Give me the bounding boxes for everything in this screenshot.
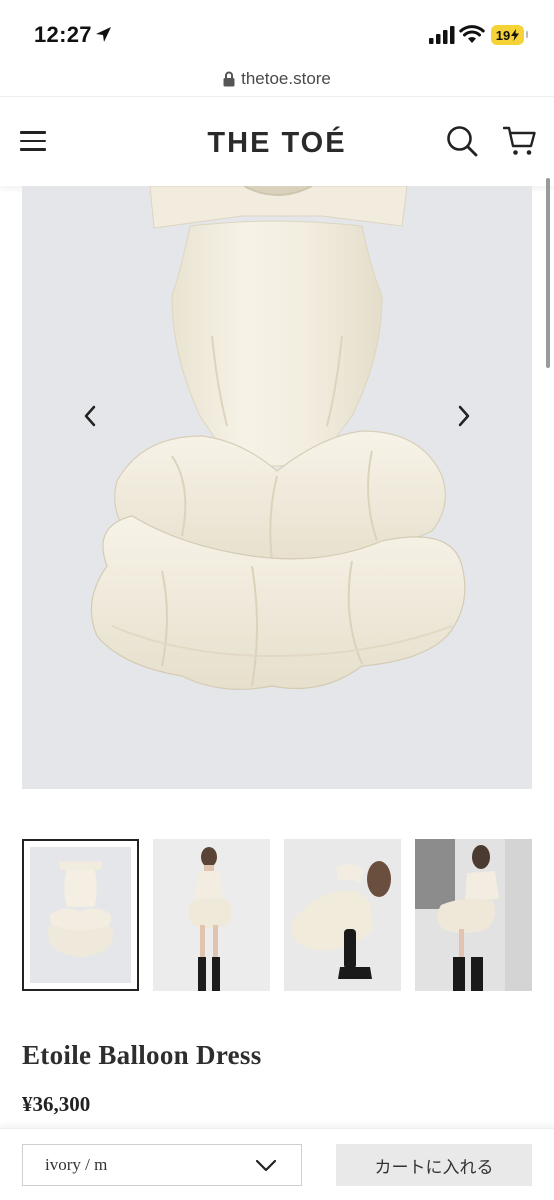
- prev-image-button[interactable]: [70, 396, 110, 436]
- charging-bolt-icon: [511, 29, 520, 41]
- url-text: thetoe.store: [241, 69, 331, 88]
- battery-level: 19: [495, 27, 511, 43]
- thumbnail-dress-image: [30, 847, 131, 983]
- product-main-image[interactable]: [22, 186, 532, 789]
- thumbnail-model-leaning-image: [415, 839, 532, 991]
- product-title: Etoile Balloon Dress: [22, 1040, 262, 1070]
- chevron-down-icon: [255, 1159, 277, 1172]
- cart-icon[interactable]: [503, 125, 537, 157]
- cellular-signal-icon: [429, 26, 455, 44]
- add-to-cart-button[interactable]: カートに入れる: [336, 1144, 532, 1186]
- thumbnail-2[interactable]: [153, 839, 270, 991]
- page-scrollbar[interactable]: [546, 178, 550, 368]
- wifi-icon: [459, 25, 485, 43]
- site-header: THE TOÉ: [0, 96, 554, 186]
- battery-indicator: 19: [491, 25, 524, 45]
- product-price: ¥36,300: [22, 1092, 91, 1116]
- thumbnail-4[interactable]: [415, 839, 532, 991]
- status-time: 12:27: [34, 22, 92, 47]
- location-arrow-icon: [96, 27, 111, 42]
- thumbnail-3[interactable]: [284, 839, 401, 991]
- variant-select[interactable]: ivory / m: [22, 1144, 302, 1186]
- battery-nub: [526, 31, 528, 38]
- next-image-button[interactable]: [444, 396, 484, 436]
- thumbnail-model-standing-image: [153, 839, 270, 991]
- variant-value: ivory / m: [45, 1155, 108, 1174]
- thumbnail-strip: [22, 839, 532, 991]
- chevron-right-icon: [458, 405, 470, 427]
- hamburger-menu-icon[interactable]: [20, 131, 46, 151]
- address-bar[interactable]: thetoe.store: [0, 62, 554, 96]
- search-icon[interactable]: [446, 125, 478, 157]
- lock-icon: [223, 71, 235, 87]
- purchase-bar: ivory / m カートに入れる: [0, 1128, 554, 1200]
- chevron-left-icon: [84, 405, 96, 427]
- thumbnail-model-crouching-image: [284, 839, 401, 991]
- status-bar: 12:27 19: [0, 0, 554, 60]
- thumbnail-1[interactable]: [22, 839, 139, 991]
- dress-illustration: [90, 186, 466, 690]
